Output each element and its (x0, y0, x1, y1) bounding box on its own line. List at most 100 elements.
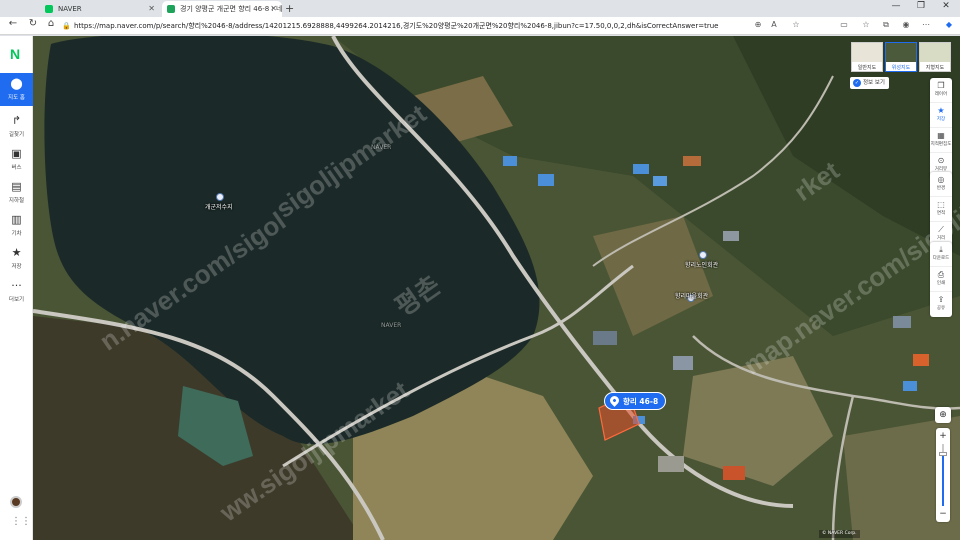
tool-area[interactable]: ⬚ 면적 (930, 200, 952, 222)
sidebar-item-more[interactable]: ··· 더보기 (0, 275, 33, 308)
tool-share[interactable]: ⇪ 공유 (930, 295, 952, 317)
sidebar-item-directions[interactable]: ↱ 길찾기 (0, 110, 33, 143)
tool-saved[interactable]: ★ 저장 (930, 106, 952, 128)
sidebar-item-map-home[interactable]: ⬤ 지도 홈 (0, 73, 33, 106)
poi-marker-icon[interactable] (216, 193, 224, 201)
map-type-normal[interactable]: 일반지도 (851, 42, 883, 72)
favorite-star-icon[interactable]: ☆ (790, 20, 802, 29)
tool-download[interactable]: ⤓ 다운로드 (930, 245, 952, 267)
collections-icon[interactable]: ⧉ (880, 20, 892, 30)
sidebar-item-label: 지하철 (8, 198, 25, 204)
zoom-out-button[interactable]: − (936, 508, 950, 520)
checkmark-icon: ✓ (853, 79, 861, 87)
avatar[interactable] (10, 496, 22, 508)
poi-marker-icon[interactable] (699, 251, 707, 259)
browser-tab-naver[interactable]: NAVER ✕ (40, 1, 160, 17)
zoom-slider-handle[interactable] (939, 452, 947, 456)
zoom-page-icon[interactable]: ⊕ (752, 20, 764, 29)
address-pin-marker[interactable]: 향리 46-8 (604, 392, 667, 410)
tool-cadastral[interactable]: ▦ 지적편집도 (930, 131, 952, 153)
zoom-in-button[interactable]: + (936, 430, 950, 442)
street-view-icon: ⊙ (937, 156, 945, 165)
home-icon[interactable]: ⌂ (44, 18, 58, 29)
sidebar-item-subway[interactable]: ▤ 지하철 (0, 176, 33, 209)
sidebar-item-label: 더보기 (8, 297, 25, 303)
tool-label: 공유 (936, 306, 946, 311)
back-arrow-icon[interactable]: ← (6, 18, 20, 29)
close-tab-icon[interactable]: ✕ (270, 1, 277, 17)
map-type-terrain[interactable]: 지형지도 (919, 42, 951, 72)
split-screen-icon[interactable]: ▭ (838, 20, 850, 29)
maximize-button[interactable]: ❐ (910, 1, 932, 11)
show-info-toggle[interactable]: ✓ 정보 보기 (850, 77, 889, 89)
url-text: https://map.naver.com/p/search/향리%2046-8… (74, 22, 719, 30)
satellite-map[interactable]: sigoljipmarket 평촌 ww.sigoljipmarket n.na… (33, 36, 960, 540)
more-icon: ··· (11, 279, 22, 292)
sidebar-item-train[interactable]: ▥ 기차 (0, 209, 33, 242)
sidebar-item-label: 지도 홈 (8, 95, 25, 101)
map-type-satellite[interactable]: 위성지도 (885, 42, 917, 72)
browser-tab-strip: NAVER ✕ 경기 양평군 개군면 향리 46-8 : 네 ✕ + — ❐ ✕ (0, 0, 960, 17)
terrain-map-thumbnail (920, 43, 950, 62)
map-tools-top: ❐ 레이어 ★ 저장 ▦ 지적편집도 ⊙ 거리뷰 (930, 78, 952, 178)
browser-toolbar: ← ↻ ⌂ 🔒 https://map.naver.com/p/search/향… (0, 17, 960, 35)
train-icon: ▥ (11, 213, 22, 226)
map-type-label: 위성지도 (891, 65, 911, 71)
map-type-label: 일반지도 (857, 65, 877, 71)
sidebar: N ⬤ 지도 홈 ↱ 길찾기 ▣ 버스 ▤ 지하철 ▥ 기차 ★ 저장 ··· … (0, 36, 33, 540)
sidebar-item-label: 길찾기 (8, 132, 25, 138)
lock-icon: 🔒 (62, 22, 71, 30)
tool-label: 거리 (936, 236, 946, 241)
refresh-icon[interactable]: ↻ (26, 18, 40, 29)
new-tab-button[interactable]: + (285, 2, 294, 15)
radius-icon: ◎ (937, 175, 945, 184)
tool-radius[interactable]: ◎ 반경 (930, 175, 952, 197)
sidebar-item-label: 기차 (11, 231, 22, 237)
naver-logo[interactable]: N (10, 46, 20, 62)
map-label-village-hall[interactable]: 향리마을회관 (675, 291, 708, 300)
tool-label: 레이어 (934, 92, 948, 97)
close-tab-icon[interactable]: ✕ (148, 1, 155, 17)
download-icon: ⤓ (939, 245, 943, 254)
tool-label: 다운로드 (932, 256, 950, 261)
info-chip-label: 정보 보기 (863, 80, 885, 86)
minimize-button[interactable]: — (885, 1, 907, 11)
layers-icon: ❐ (937, 81, 945, 90)
satellite-map-thumbnail (886, 43, 916, 62)
copilot-icon[interactable]: ◆ (943, 20, 955, 29)
sidebar-item-label: 버스 (11, 165, 22, 171)
cadastral-icon: ▦ (937, 131, 945, 140)
map-tools-export: ⤓ 다운로드 ⎙ 인쇄 ⇪ 공유 (930, 242, 952, 317)
sidebar-item-saved[interactable]: ★ 저장 (0, 242, 33, 275)
current-location-button[interactable]: ⊕ (935, 407, 951, 423)
bus-icon: ▣ (11, 147, 22, 160)
close-window-button[interactable]: ✕ (935, 1, 957, 11)
map-label-senior-center[interactable]: 향리노인회관 (685, 260, 718, 269)
pin-label: 향리 46-8 (623, 397, 659, 406)
favorites-icon[interactable]: ☆ (860, 20, 872, 29)
crosshair-icon: ⊕ (939, 410, 947, 420)
tool-label: 면적 (936, 211, 946, 216)
map-label-reservoir[interactable]: 개군저수지 (205, 202, 233, 211)
print-icon: ⎙ (937, 270, 945, 279)
star-icon: ★ (937, 106, 945, 115)
tool-label: 인쇄 (936, 281, 946, 286)
directions-icon: ↱ (11, 114, 22, 127)
tab-title: NAVER (58, 5, 82, 13)
apps-grid-icon[interactable]: ⋮⋮ (11, 516, 31, 527)
naver-map-favicon-icon (167, 5, 175, 13)
sidebar-item-label: 저장 (11, 264, 22, 270)
tool-print[interactable]: ⎙ 인쇄 (930, 270, 952, 292)
sidebar-item-bus[interactable]: ▣ 버스 (0, 143, 33, 176)
tool-layers[interactable]: ❐ 레이어 (930, 81, 952, 103)
browser-tab-map[interactable]: 경기 양평군 개군면 향리 46-8 : 네 ✕ (162, 1, 282, 17)
map-tools-measure: ◎ 반경 ⬚ 면적 ⟋ 거리 (930, 172, 952, 247)
location-pin-icon: ⬤ (10, 77, 23, 90)
subway-icon: ▤ (11, 180, 22, 193)
map-watermark-naver: NAVER (381, 322, 402, 329)
address-bar[interactable]: 🔒 https://map.naver.com/p/search/향리%2046… (60, 19, 750, 33)
profile-icon[interactable]: ◉ (900, 20, 912, 29)
tool-label: 저장 (936, 117, 946, 122)
read-aloud-icon[interactable]: A (768, 20, 780, 29)
menu-dots-icon[interactable]: ⋯ (920, 20, 932, 29)
